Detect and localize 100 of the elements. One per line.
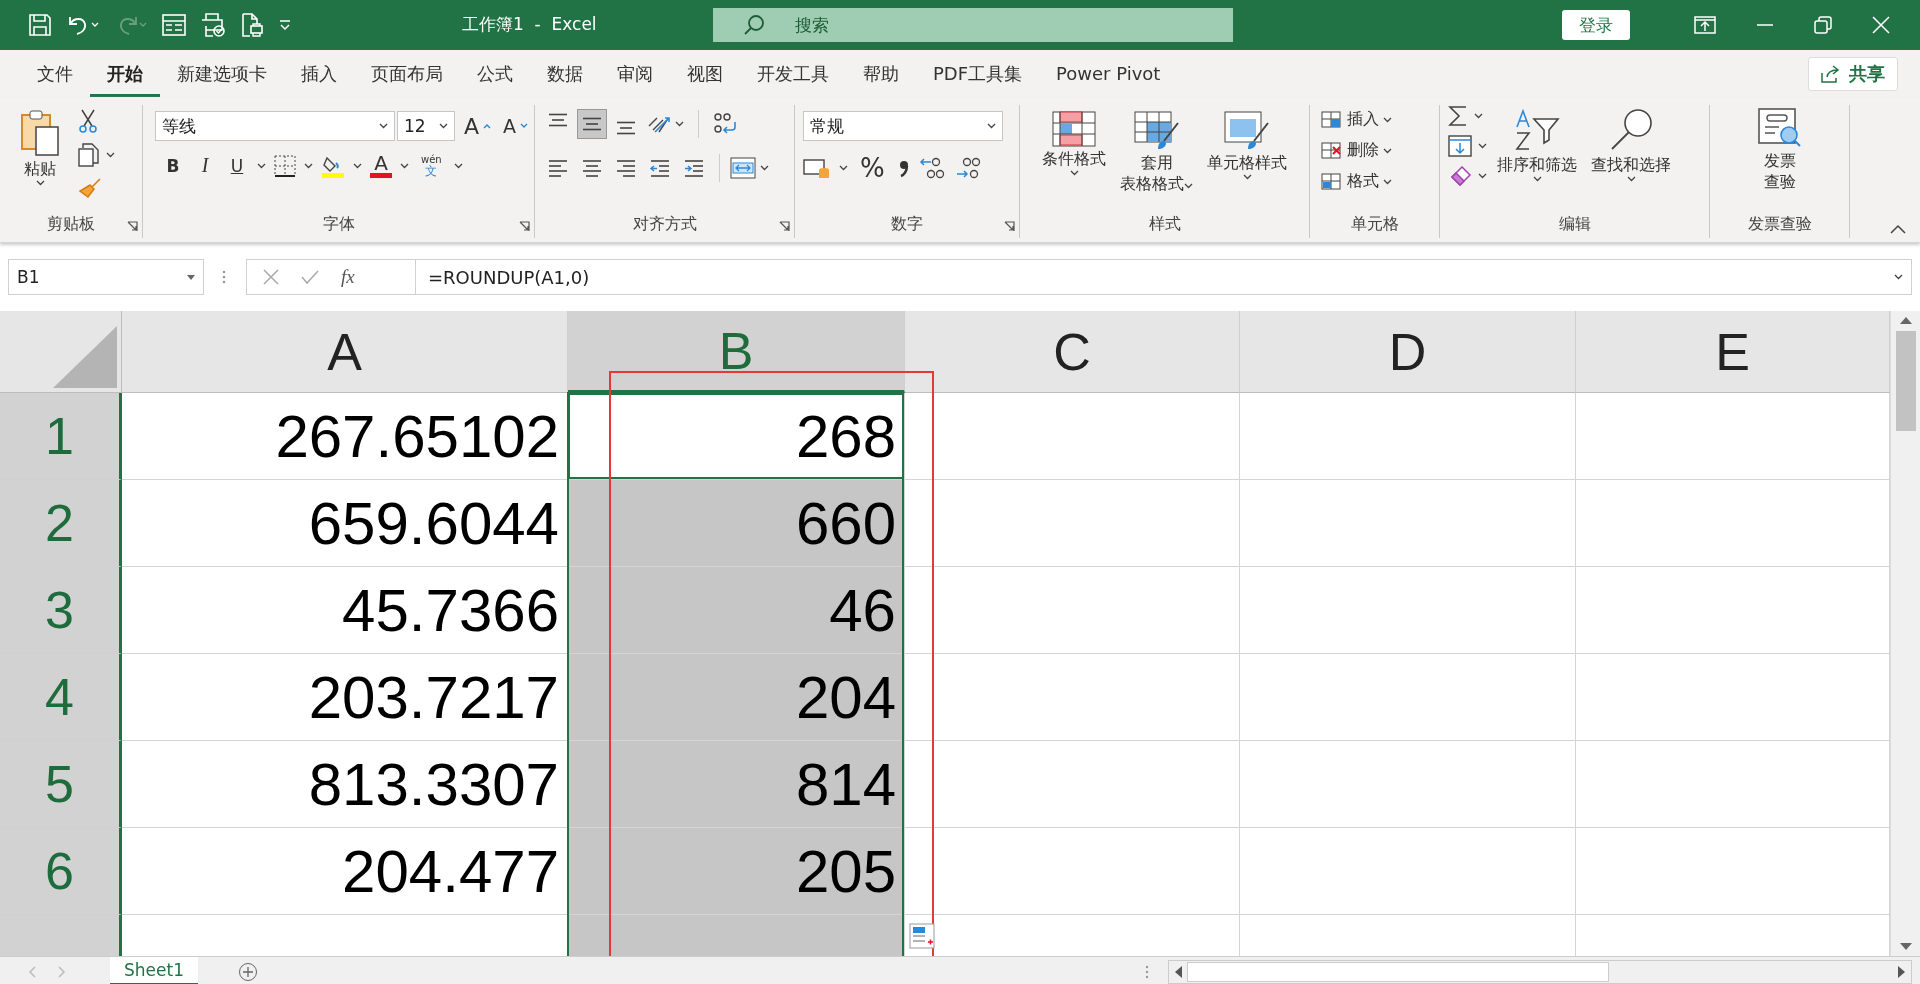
print-icon[interactable] [240,13,264,37]
percent-button[interactable]: % [856,153,889,183]
add-sheet-icon[interactable] [237,961,258,982]
fill-down-icon[interactable] [1448,135,1472,157]
ribbon-display-icon[interactable] [1694,16,1716,34]
scrollbar-thumb[interactable] [1187,962,1609,982]
caret-icon [839,165,848,171]
row-header[interactable]: 3 [0,567,122,654]
delete-cells-icon [1321,140,1343,161]
ribbon-tab[interactable]: 开发工具 [740,50,846,97]
accounting-format-icon[interactable] [803,156,831,180]
ribbon-tab[interactable]: Power Pivot [1039,50,1178,97]
search-field[interactable]: 搜索 [713,8,1233,42]
table-cell: 660 [568,480,905,567]
paste-button[interactable]: 粘贴 [16,105,64,189]
scrollbar-thumb[interactable] [1895,331,1916,431]
ribbon-tab[interactable]: 页面布局 [354,50,460,97]
ribbon-tab[interactable]: 公式 [460,50,530,97]
customize-toolbar-icon[interactable] [278,19,292,31]
form-icon[interactable] [162,14,186,36]
minimize-icon[interactable] [1756,23,1774,27]
ribbon-tab[interactable]: 数据 [530,50,600,97]
row-header[interactable]: 2 [0,480,122,567]
font-color-button[interactable]: A [370,153,392,178]
phonetic-button[interactable]: wén 文 [417,154,446,177]
row-header[interactable]: 4 [0,654,122,741]
styles-button[interactable]: 套用 表格格式 [1116,109,1197,196]
row-header[interactable]: 5 [0,741,122,828]
cells-button[interactable]: 格式 [1318,169,1395,194]
align-outdent-icon [649,157,671,179]
font-size-field[interactable]: 12 [397,111,455,141]
eraser-icon[interactable] [1448,165,1472,187]
dialog-launcher-icon[interactable] [1004,221,1015,232]
group-label: 单元格 [1349,214,1400,235]
share-button[interactable]: 共享 [1808,57,1898,91]
ribbon-tab[interactable]: 插入 [284,50,354,97]
dropdown-icon[interactable] [187,274,195,280]
formula-field[interactable]: =ROUNDUP(A1,0) [415,259,1912,295]
borders-icon[interactable] [274,154,296,177]
column-header[interactable]: D [1240,311,1576,393]
cells-button[interactable]: 插入 [1318,107,1395,132]
quick-analysis-icon[interactable] [909,923,935,949]
sheet-tab[interactable]: Sheet1 [110,957,198,984]
copy-icon[interactable] [78,143,100,167]
ribbon-tab[interactable]: 帮助 [846,50,916,97]
merge-cells-icon[interactable] [730,157,756,179]
decrease-decimal-icon[interactable] [954,156,983,180]
caret-icon [1626,176,1636,183]
wrap-text-icon[interactable] [713,112,737,136]
increase-font-button[interactable]: A [461,111,495,141]
number-format-field[interactable]: 常规 [803,111,1003,141]
ribbon-tab[interactable]: 审阅 [600,50,670,97]
sign-in-button[interactable]: 登录 [1562,10,1630,40]
align-right-icon [615,157,637,179]
font-name-field[interactable]: 等线 [155,111,395,141]
ribbon-tab[interactable]: 新建选项卡 [160,50,284,97]
cells-button[interactable]: 删除 [1318,138,1395,163]
sum-icon[interactable] [1448,105,1468,127]
table-cell: 205 [568,828,905,915]
ribbon-tab[interactable]: PDF工具集 [916,50,1040,97]
collapse-ribbon-icon[interactable] [1890,224,1906,234]
decrease-font-button[interactable]: A [500,113,532,139]
row-header[interactable]: 6 [0,828,122,915]
print-preview-icon[interactable] [200,13,226,37]
restore-icon[interactable] [1814,16,1832,34]
group-label: 剪贴板 [46,214,96,235]
scroll-up-icon[interactable] [1898,315,1913,325]
search-icon [743,14,765,36]
dialog-launcher-icon[interactable] [779,221,790,232]
underline-button[interactable]: U [225,155,249,176]
scroll-left-icon[interactable] [1173,965,1183,979]
ribbon-tab[interactable]: 文件 [20,50,90,97]
scroll-down-icon[interactable] [1898,942,1913,952]
increase-decimal-icon[interactable] [918,156,947,180]
scroll-right-icon[interactable] [1897,965,1907,979]
group-label: 数字 [890,214,924,235]
column-header[interactable]: A [122,311,568,393]
bold-button[interactable]: B [161,155,185,176]
sort-filter-button[interactable]: 排序和筛选 [1493,105,1581,185]
format-painter-icon[interactable] [78,177,102,201]
styles-button[interactable]: 条件格式 [1038,109,1110,179]
cut-icon[interactable] [78,109,98,133]
column-header[interactable]: E [1576,311,1890,393]
row-header[interactable]: 1 [0,393,122,480]
column-header[interactable]: C [905,311,1240,393]
caret-icon [1478,173,1487,179]
name-box[interactable]: B1 [8,259,204,295]
caret-icon [35,180,45,187]
invoice-check-button[interactable]: 发票 查验 [1752,105,1807,194]
align-button[interactable] [577,109,607,139]
find-select-button[interactable]: 查找和选择 [1587,105,1675,185]
styles-button[interactable]: 单元格样式 [1203,109,1291,183]
dialog-launcher-icon[interactable] [519,221,530,232]
dialog-launcher-icon[interactable] [127,221,138,232]
ribbon-tab[interactable]: 视图 [670,50,740,97]
close-icon[interactable] [1872,16,1890,34]
insert-function-button[interactable]: fx [341,266,355,288]
column-header[interactable]: B [568,311,905,393]
save-icon[interactable] [28,13,52,37]
italic-button[interactable]: I [193,154,217,177]
